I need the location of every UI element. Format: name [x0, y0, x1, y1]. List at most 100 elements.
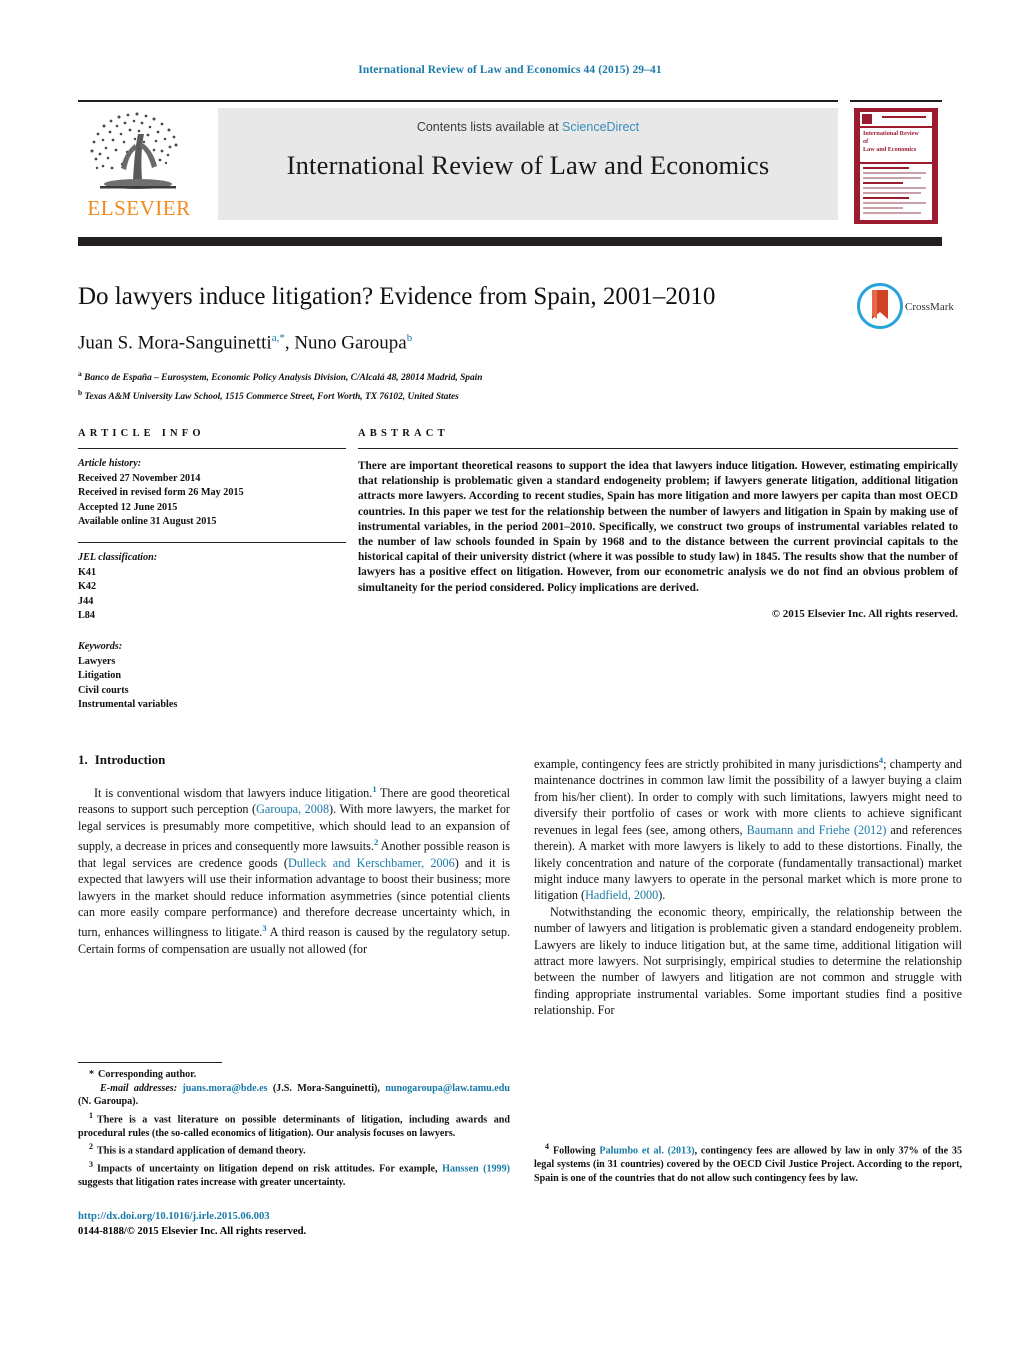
author-name-1: Juan S. Mora-Sanguinetti	[78, 332, 272, 354]
abstract-heading: ABSTRACT	[358, 428, 449, 439]
intro-paragraph-2-right: Notwithstanding the economic theory, emp…	[534, 904, 962, 1018]
body-column-left: 1. Introduction It is conventional wisdom…	[78, 752, 510, 957]
affiliation-a: a Banco de España – Eurosystem, Economic…	[78, 367, 838, 386]
footnote-marker: 1	[89, 1110, 93, 1120]
crossmark-icon	[857, 283, 903, 329]
cover-publisher-band	[860, 112, 932, 126]
footnote-1: 1 There is a vast literature on possible …	[78, 1109, 510, 1141]
masthead-black-bar	[78, 237, 942, 246]
keywords-group: Keywords: Lawyers Litigation Civil court…	[78, 640, 346, 713]
footnote-marker: *	[89, 1069, 95, 1080]
email-label: E-mail addresses:	[100, 1082, 178, 1094]
text-run: Following	[553, 1145, 600, 1157]
keyword-item: Instrumental variables	[78, 699, 178, 711]
text-run: (N. Garoupa).	[78, 1096, 139, 1108]
jel-code: L84	[78, 610, 95, 622]
jel-code: K41	[78, 566, 97, 578]
journal-cover-art: International Review of Law and Economic…	[854, 108, 938, 224]
sciencedirect-link[interactable]: ScienceDirect	[562, 120, 639, 134]
abstract-text: There are important theoretical reasons …	[358, 460, 958, 594]
affiliation-a-marker: a	[78, 369, 82, 379]
article-footer: http://dx.doi.org/10.1016/j.irle.2015.06…	[78, 1210, 510, 1239]
citation-baumann-friehe-2012[interactable]: Baumann and Friehe (2012)	[747, 823, 887, 837]
running-head: International Review of Law and Economic…	[358, 64, 662, 76]
text-run: It is conventional wisdom that lawyers i…	[94, 786, 373, 801]
email-link-1[interactable]: juans.mora@bde.es	[182, 1083, 267, 1094]
keyword-item: Litigation	[78, 670, 122, 682]
intro-paragraph-1-left: It is conventional wisdom that lawyers i…	[78, 781, 510, 957]
title-block: Do lawyers induce litigation? Evidence f…	[78, 282, 838, 405]
jel-label: JEL classification:	[78, 551, 158, 563]
article-info-heading: ARTICLE INFO	[78, 428, 205, 439]
issn-copyright-line: 0144-8188/© 2015 Elsevier Inc. All right…	[78, 1225, 307, 1237]
journal-masthead: ELSEVIER Contents lists available at Sci…	[78, 100, 942, 228]
affiliation-b-text: Texas A&M University Law School, 1515 Co…	[84, 392, 459, 403]
footnote-emails: E-mail addresses: juans.mora@bde.es (J.S…	[78, 1082, 510, 1109]
article-history-group: Article history: Received 27 November 20…	[78, 457, 346, 530]
cover-title-line3: Law and Economics	[863, 146, 917, 153]
body-column-right: example, contingency fees are strictly p…	[534, 752, 962, 1019]
masthead-top-rule	[78, 100, 838, 102]
affiliation-a-text: Banco de España – Eurosystem, Economic P…	[84, 373, 483, 384]
jel-code: K42	[78, 581, 97, 593]
cover-title-line1: International Review	[863, 130, 919, 137]
history-item: Received in revised form 26 May 2015	[78, 487, 244, 499]
jel-code: J44	[78, 595, 94, 607]
article-history-label: Article history:	[78, 458, 142, 469]
article-info-section: ARTICLE INFO Article history: Received 2…	[78, 428, 346, 713]
abstract-copyright: © 2015 Elsevier Inc. All rights reserved…	[771, 607, 958, 620]
elsevier-wordmark: ELSEVIER	[87, 196, 191, 220]
journal-header-box: Contents lists available at ScienceDirec…	[218, 108, 838, 220]
journal-cover-thumbnail[interactable]: International Review of Law and Economic…	[850, 100, 942, 226]
contents-available-line: Contents lists available at ScienceDirec…	[218, 120, 838, 134]
text-run: Corresponding author.	[98, 1069, 197, 1080]
journal-title: International Review of Law and Economic…	[286, 150, 770, 180]
affiliation-b-marker: b	[78, 387, 83, 397]
citation-hadfield-2000[interactable]: Hadfield, 2000	[585, 888, 658, 902]
text-run: Impacts of uncertainty on litigation dep…	[97, 1163, 443, 1175]
affiliation-b: b Texas A&M University Law School, 1515 …	[78, 386, 838, 405]
history-item: Available online 31 August 2015	[78, 516, 217, 528]
author-name-2: Nuno Garoupa	[294, 332, 407, 354]
author-1-affil-marker[interactable]: a,*	[272, 332, 285, 344]
abstract-section: ABSTRACT There are important theoretical…	[358, 428, 958, 620]
section-heading-introduction: 1. Introduction	[78, 752, 510, 768]
text-run: suggests that litigation rates increase …	[78, 1177, 346, 1189]
footnote-marker: 4	[545, 1142, 549, 1151]
jel-classification-group: JEL classification: K41 K42 J44 L84	[78, 551, 346, 624]
text-run: ).	[658, 888, 666, 903]
article-info-rule	[78, 448, 346, 449]
section-name: Introduction	[94, 752, 166, 767]
footnote-3: 3 Impacts of uncertainty on litigation de…	[78, 1158, 510, 1190]
author-list: Juan S. Mora-Sanguinettia,*, Nuno Garoup…	[78, 326, 838, 355]
citation-hanssen-1999[interactable]: Hanssen (1999)	[442, 1164, 510, 1175]
text-run: (J.S. Mora-Sanguinetti),	[267, 1082, 380, 1094]
citation-dulleck-kerschbamer-2006[interactable]: Dulleck and Kerschbamer, 2006	[288, 856, 455, 870]
footnote-4: 4 Following Palumbo et al. (2013), contin…	[534, 1140, 962, 1185]
cover-title-line2: of	[863, 138, 869, 145]
citation-garoupa-2008[interactable]: Garoupa, 2008	[256, 802, 329, 816]
footnote-2: 2 This is a standard application of deman…	[78, 1140, 510, 1158]
history-item: Accepted 12 June 2015	[78, 501, 178, 513]
citation-palumbo-et-al-2013[interactable]: Palumbo et al. (2013)	[599, 1145, 694, 1156]
page-title: Do lawyers induce litigation? Evidence f…	[78, 283, 716, 310]
text-run: This is a standard application of demand…	[97, 1145, 306, 1157]
footnote-marker: 2	[89, 1142, 93, 1152]
jel-divider-rule	[78, 541, 346, 543]
keywords-label: Keywords:	[78, 640, 123, 652]
intro-paragraph-1-right: example, contingency fees are strictly p…	[534, 752, 962, 904]
doi-link[interactable]: http://dx.doi.org/10.1016/j.irle.2015.06…	[78, 1210, 510, 1225]
author-separator: ,	[284, 332, 295, 354]
history-item: Received 27 November 2014	[78, 472, 201, 484]
crossmark-label: CrossMark	[905, 301, 954, 313]
crossmark-badge[interactable]: CrossMark	[857, 283, 957, 335]
email-link-2[interactable]: nunogaroupa@law.tamu.edu	[385, 1083, 510, 1094]
text-run: example, contingency fees are strictly p…	[534, 757, 879, 772]
section-number: 1.	[78, 752, 88, 767]
abstract-rule	[358, 448, 958, 449]
text-run: There is a vast literature on possible d…	[78, 1114, 510, 1139]
article-page: International Review of Law and Economic…	[0, 0, 1020, 1351]
author-2-affil-marker[interactable]: b	[407, 332, 413, 344]
affiliations: a Banco de España – Eurosystem, Economic…	[78, 367, 838, 404]
cover-contents-band	[860, 164, 932, 220]
